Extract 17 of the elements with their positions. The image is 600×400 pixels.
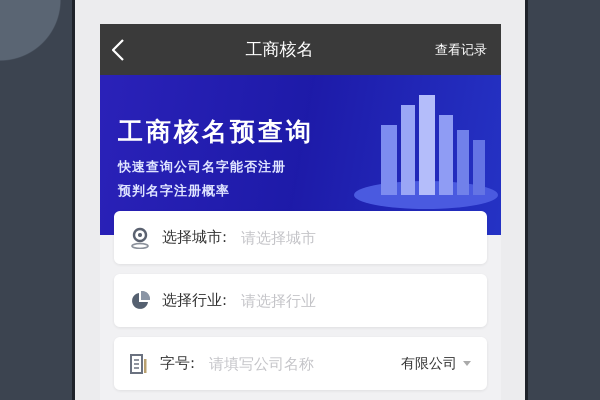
input-field[interactable]: 请选择城市: [239, 228, 471, 248]
banner-subtitle: 预判名字注册概率: [118, 182, 231, 200]
company-type-dropdown[interactable]: 有限公司: [401, 354, 471, 372]
banner-subtitle: 快速查询公司名字能否注册: [118, 158, 287, 176]
input-field[interactable]: 请选择行业: [239, 290, 471, 310]
location-pin-icon: [130, 226, 150, 248]
pie-chart-icon: [130, 290, 150, 310]
input-field[interactable]: 请填写公司名称: [207, 354, 389, 374]
caret-icon: [463, 361, 471, 366]
document-icon: [130, 354, 148, 374]
view-records-link[interactable]: 查看记录: [435, 40, 487, 58]
banner-title: 工商核名预查询: [118, 116, 314, 148]
back-icon[interactable]: [112, 38, 124, 60]
field-label: 字号:: [160, 354, 196, 373]
field-label: 选择城市:: [162, 228, 228, 247]
page-title: 工商核名: [244, 39, 314, 61]
field-label: 选择行业:: [162, 291, 228, 310]
